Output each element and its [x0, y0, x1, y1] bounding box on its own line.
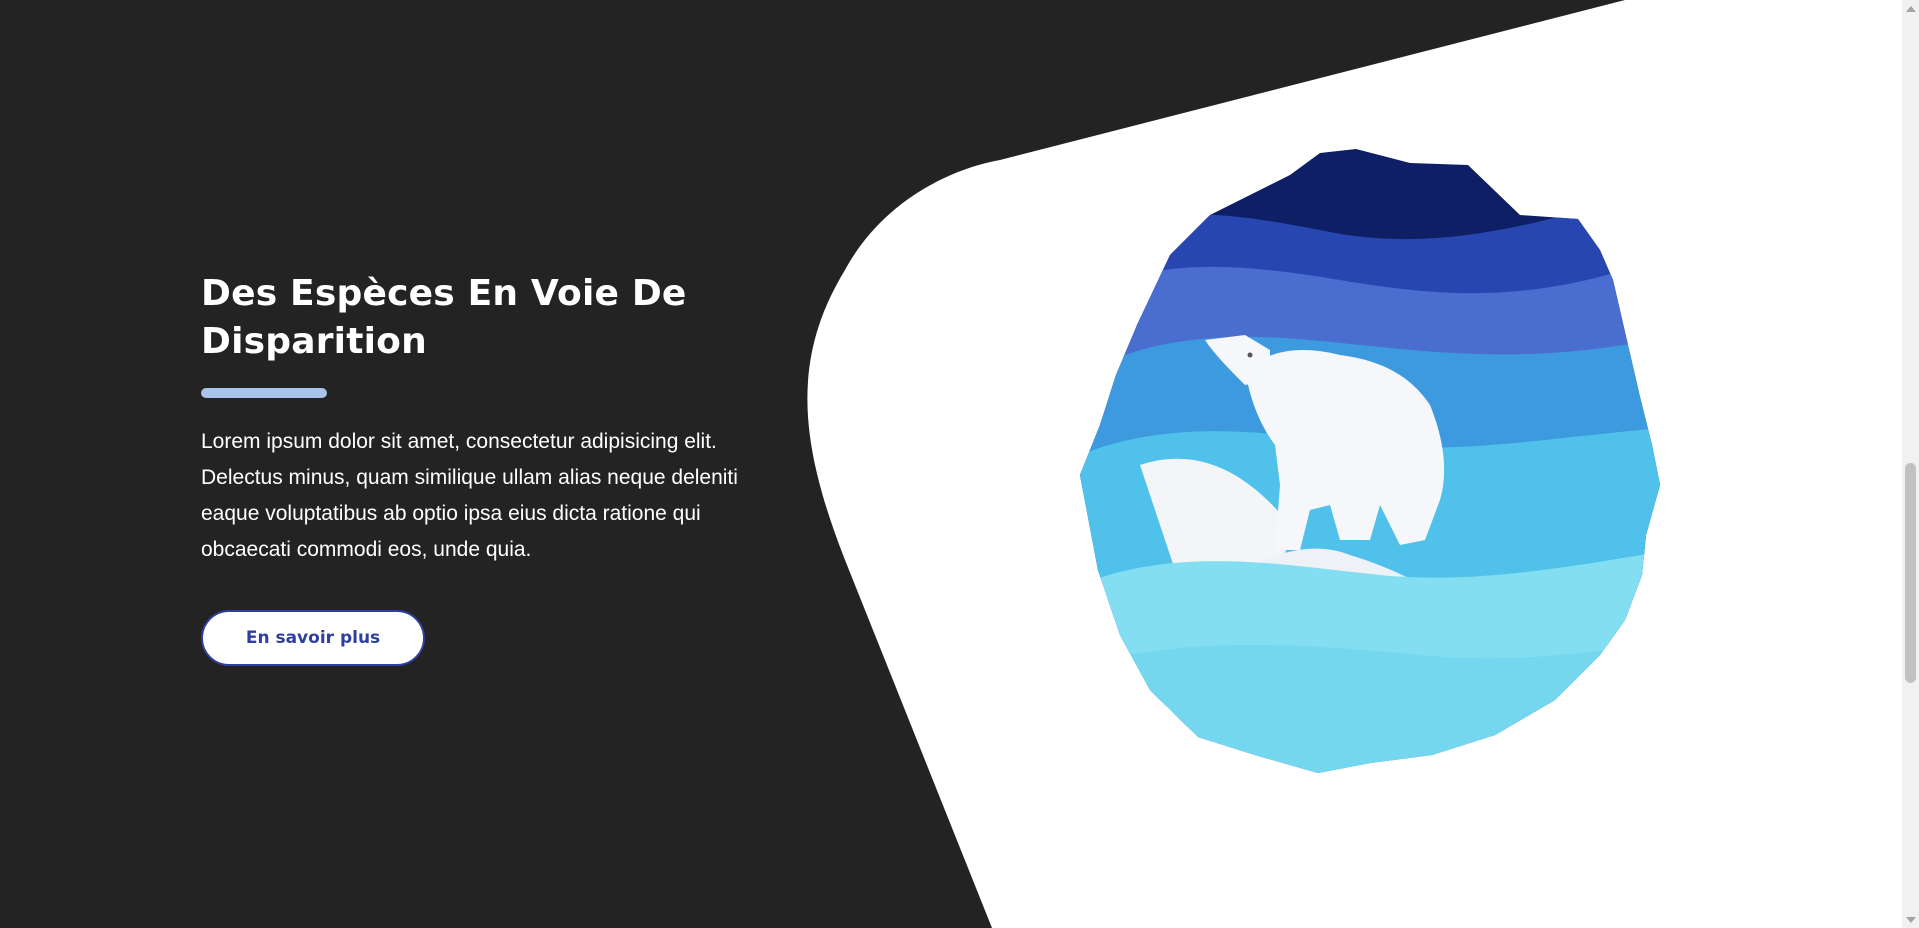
scroll-down-arrow-icon[interactable] [1902, 911, 1919, 928]
polar-bear-illustration [1080, 149, 1660, 773]
hero-content: Des Espèces En Voie De Disparition Lorem… [201, 270, 781, 666]
hero-description: Lorem ipsum dolor sit amet, consectetur … [201, 430, 738, 561]
scrollbar-thumb[interactable] [1905, 463, 1916, 683]
vertical-scrollbar[interactable] [1902, 0, 1919, 928]
page: Des Espèces En Voie De Disparition Lorem… [0, 0, 1919, 928]
hero-title: Des Espèces En Voie De Disparition [201, 273, 687, 362]
scroll-up-arrow-icon[interactable] [1902, 0, 1919, 17]
learn-more-button[interactable]: En savoir plus [201, 610, 425, 666]
title-accent-bar [201, 388, 327, 398]
